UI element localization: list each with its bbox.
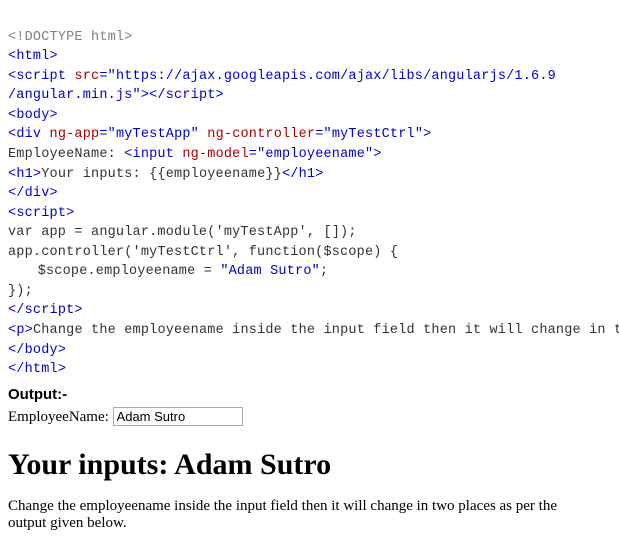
form-label: EmployeeName:	[8, 409, 109, 425]
script2-close-tag: script	[25, 303, 75, 318]
h1-text: Your inputs: {{employeename}}	[41, 167, 282, 182]
html-open-tag: html	[16, 49, 49, 64]
output-label: Output:-	[8, 386, 611, 403]
body-close-tag: body	[25, 343, 58, 358]
p-open-tag: p	[16, 323, 24, 338]
p-text: Change the employeename inside the input…	[33, 323, 619, 338]
script2-open-tag: script	[16, 206, 66, 221]
output-heading: Your inputs: Adam Sutro	[8, 448, 611, 482]
src-val2: /angular.min.js"	[8, 88, 141, 103]
script-close-tag: script	[166, 88, 216, 103]
ngctrl-attr: ng-controller	[207, 127, 315, 142]
js-line2: app.controller('myTestCtrl', function($s…	[8, 245, 398, 260]
div-close-tag: div	[25, 186, 50, 201]
ngmodel-attr: ng-model	[182, 147, 248, 162]
code-block: <!DOCTYPE html> <html> <script src="http…	[8, 8, 611, 380]
js-line3a: $scope.employeename =	[38, 264, 221, 279]
script-open-tag: script	[16, 69, 66, 84]
ngapp-attr: ng-app	[50, 127, 100, 142]
ngapp-val: "myTestApp"	[108, 127, 199, 142]
input-tag: input	[133, 147, 175, 162]
emp-label: EmployeeName:	[8, 147, 124, 162]
body-open-tag: body	[16, 108, 49, 123]
js-line3b: "Adam Sutro"	[220, 264, 320, 279]
output-form-row: EmployeeName:	[8, 407, 611, 426]
ngctrl-val: "myTestCtrl"	[324, 127, 424, 142]
h1-close-tag: h1	[299, 167, 316, 182]
output-paragraph: Change the employeename inside the input…	[8, 498, 598, 532]
doctype-line: <!DOCTYPE html>	[8, 30, 133, 45]
js-line3c: ;	[320, 264, 328, 279]
src-val1: "https://ajax.googleapis.com/ajax/libs/a…	[108, 69, 556, 84]
employeename-input[interactable]	[113, 407, 243, 426]
ngmodel-val: "employeename"	[257, 147, 373, 162]
h1-open-tag: h1	[16, 167, 33, 182]
js-line1: var app = angular.module('myTestApp', []…	[8, 225, 357, 240]
src-attr: src	[74, 69, 99, 84]
div-open-tag: div	[16, 127, 41, 142]
html-close-tag: html	[25, 362, 58, 377]
js-line4: });	[8, 284, 33, 299]
